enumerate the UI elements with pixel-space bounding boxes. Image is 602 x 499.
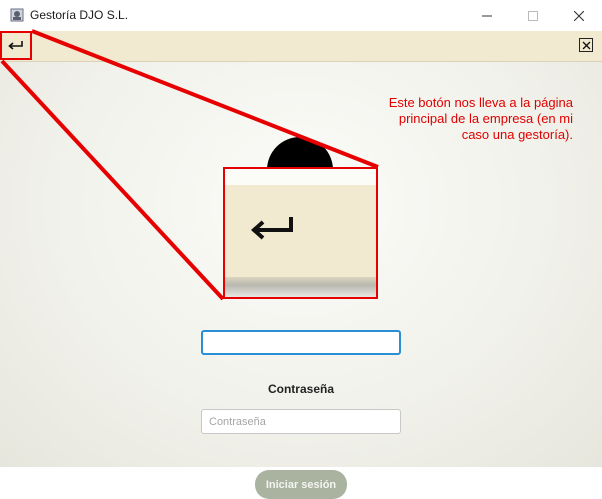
window-title: Gestoría DJO S.L. bbox=[30, 8, 129, 22]
app-logo-icon bbox=[10, 8, 24, 22]
close-button[interactable] bbox=[556, 0, 602, 31]
close-box-icon bbox=[582, 41, 590, 49]
toolbar bbox=[0, 31, 602, 62]
return-arrow-icon bbox=[8, 40, 23, 50]
maximize-button[interactable] bbox=[510, 0, 556, 31]
close-icon bbox=[574, 10, 584, 21]
username-field[interactable] bbox=[201, 330, 401, 355]
zoom-background-strip bbox=[225, 169, 376, 185]
maximize-icon bbox=[528, 10, 538, 21]
minimize-button[interactable] bbox=[464, 0, 510, 31]
annotation-text: Este botón nos lleva a la página princip… bbox=[388, 95, 573, 142]
login-button[interactable]: Iniciar sesión bbox=[255, 470, 347, 499]
title-bar: Gestoría DJO S.L. bbox=[0, 0, 602, 31]
password-label: Contraseña bbox=[267, 382, 335, 396]
zoomed-return-arrow-icon bbox=[250, 217, 293, 240]
close-box-button[interactable] bbox=[579, 38, 593, 52]
password-field[interactable] bbox=[201, 409, 401, 434]
minimize-icon bbox=[482, 15, 492, 16]
back-button[interactable] bbox=[0, 31, 32, 60]
zoom-shadow bbox=[225, 277, 376, 297]
zoom-callout bbox=[223, 167, 378, 299]
